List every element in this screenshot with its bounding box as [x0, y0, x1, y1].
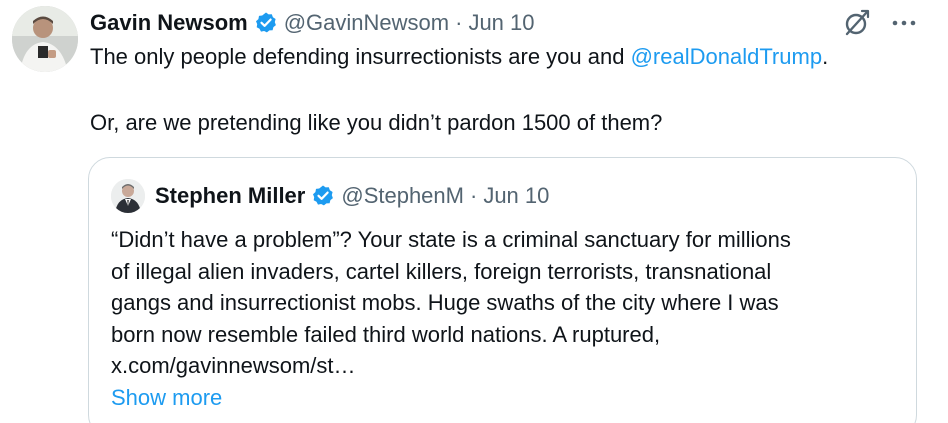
verified-badge-icon [254, 11, 278, 35]
quoted-author-handle[interactable]: @StephenM [341, 183, 464, 209]
avatar[interactable] [12, 6, 78, 72]
quoted-tweet-date[interactable]: Jun 10 [483, 183, 549, 209]
quoted-text-link[interactable]: x.com/gavinnewsom/st… [111, 350, 901, 382]
show-more-link[interactable]: Show more [111, 383, 222, 413]
tweet-text-line-1: The only people defending insurrectionis… [90, 42, 930, 72]
tweet-text-part-1: The only people defending insurrectionis… [90, 44, 631, 69]
grok-icon[interactable] [842, 8, 872, 38]
tweet-date[interactable]: Jun 10 [468, 10, 534, 36]
quoted-tweet-text: “Didn’t have a problem”? Your state is a… [111, 224, 901, 382]
quoted-text-line: born now resemble failed third world nat… [111, 321, 661, 347]
quoted-verified-badge-icon [311, 184, 335, 208]
author-name[interactable]: Gavin Newsom [90, 10, 248, 36]
header-separator: · [455, 10, 463, 35]
quoted-text-line: of illegal alien invaders, cartel killer… [111, 258, 772, 284]
quoted-avatar [111, 179, 145, 213]
more-icon[interactable] [890, 9, 918, 37]
mention-link[interactable]: @realDonaldTrump [631, 44, 822, 69]
quoted-header-separator: · [469, 183, 478, 208]
quoted-text-line: gangs and insurrectionist mobs. Huge swa… [111, 290, 779, 315]
tweet-text-line-2: Or, are we pretending like you didn’t pa… [90, 110, 663, 135]
tweet-text: The only people defending insurrectionis… [90, 42, 930, 138]
tweet-text-part-1-end: . [822, 44, 829, 69]
tweet: Gavin Newsom @GavinNewsom · Jun 10 The o… [0, 0, 948, 423]
quoted-text-line: “Didn’t have a problem”? Your state is a… [111, 227, 791, 252]
quoted-tweet-header: Stephen Miller @StephenM · Jun 10 [111, 178, 549, 214]
tweet-header: Gavin Newsom @GavinNewsom · Jun 10 [90, 8, 535, 38]
tweet-actions [842, 8, 918, 38]
quoted-author-name[interactable]: Stephen Miller [155, 183, 305, 209]
quoted-tweet[interactable]: Stephen Miller @StephenM · Jun 10 “Didn’… [88, 157, 917, 423]
author-handle[interactable]: @GavinNewsom [284, 10, 449, 36]
